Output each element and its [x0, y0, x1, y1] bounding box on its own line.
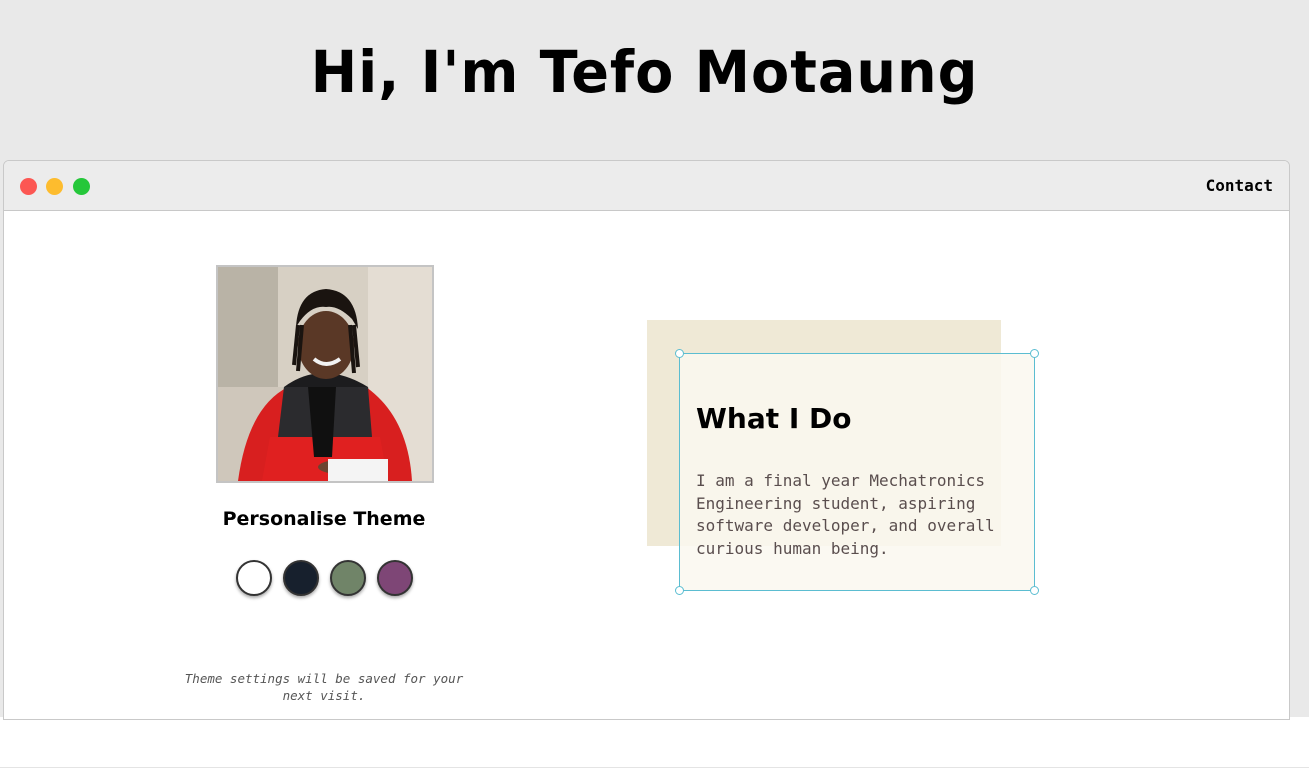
window-title-bar: Contact — [4, 161, 1289, 211]
browser-window: Contact Personalise Theme Theme settings… — [3, 160, 1290, 720]
page-divider — [0, 767, 1309, 768]
card-description: I am a final year Mechatronics Engineeri… — [696, 471, 995, 558]
theme-swatches — [236, 560, 413, 596]
top-section: Hi, I'm Tefo Motaung Contact Personalise… — [0, 0, 1309, 720]
theme-swatch-navy[interactable] — [283, 560, 319, 596]
resize-handle-top-right[interactable] — [1030, 349, 1039, 358]
contact-link[interactable]: Contact — [1206, 176, 1273, 195]
theme-heading: Personalise Theme — [222, 508, 426, 530]
resize-handle-bottom-right[interactable] — [1030, 586, 1039, 595]
theme-swatch-plum[interactable] — [377, 560, 413, 596]
hero-title: Hi, I'm Tefo Motaung — [310, 38, 979, 106]
theme-save-note: Theme settings will be saved for your ne… — [184, 671, 464, 703]
close-window-dot[interactable] — [20, 178, 37, 195]
profile-photo-image — [218, 267, 432, 481]
resize-handle-top-left[interactable] — [675, 349, 684, 358]
maximize-window-dot[interactable] — [73, 178, 90, 195]
theme-swatch-white[interactable] — [236, 560, 272, 596]
resize-handle-bottom-left[interactable] — [675, 586, 684, 595]
profile-photo — [216, 265, 434, 483]
theme-swatch-sage[interactable] — [330, 560, 366, 596]
minimize-window-dot[interactable] — [46, 178, 63, 195]
card-title: What I Do — [696, 402, 852, 435]
what-i-do-card: What I Do I am a final year Mechatronics… — [675, 349, 1039, 595]
